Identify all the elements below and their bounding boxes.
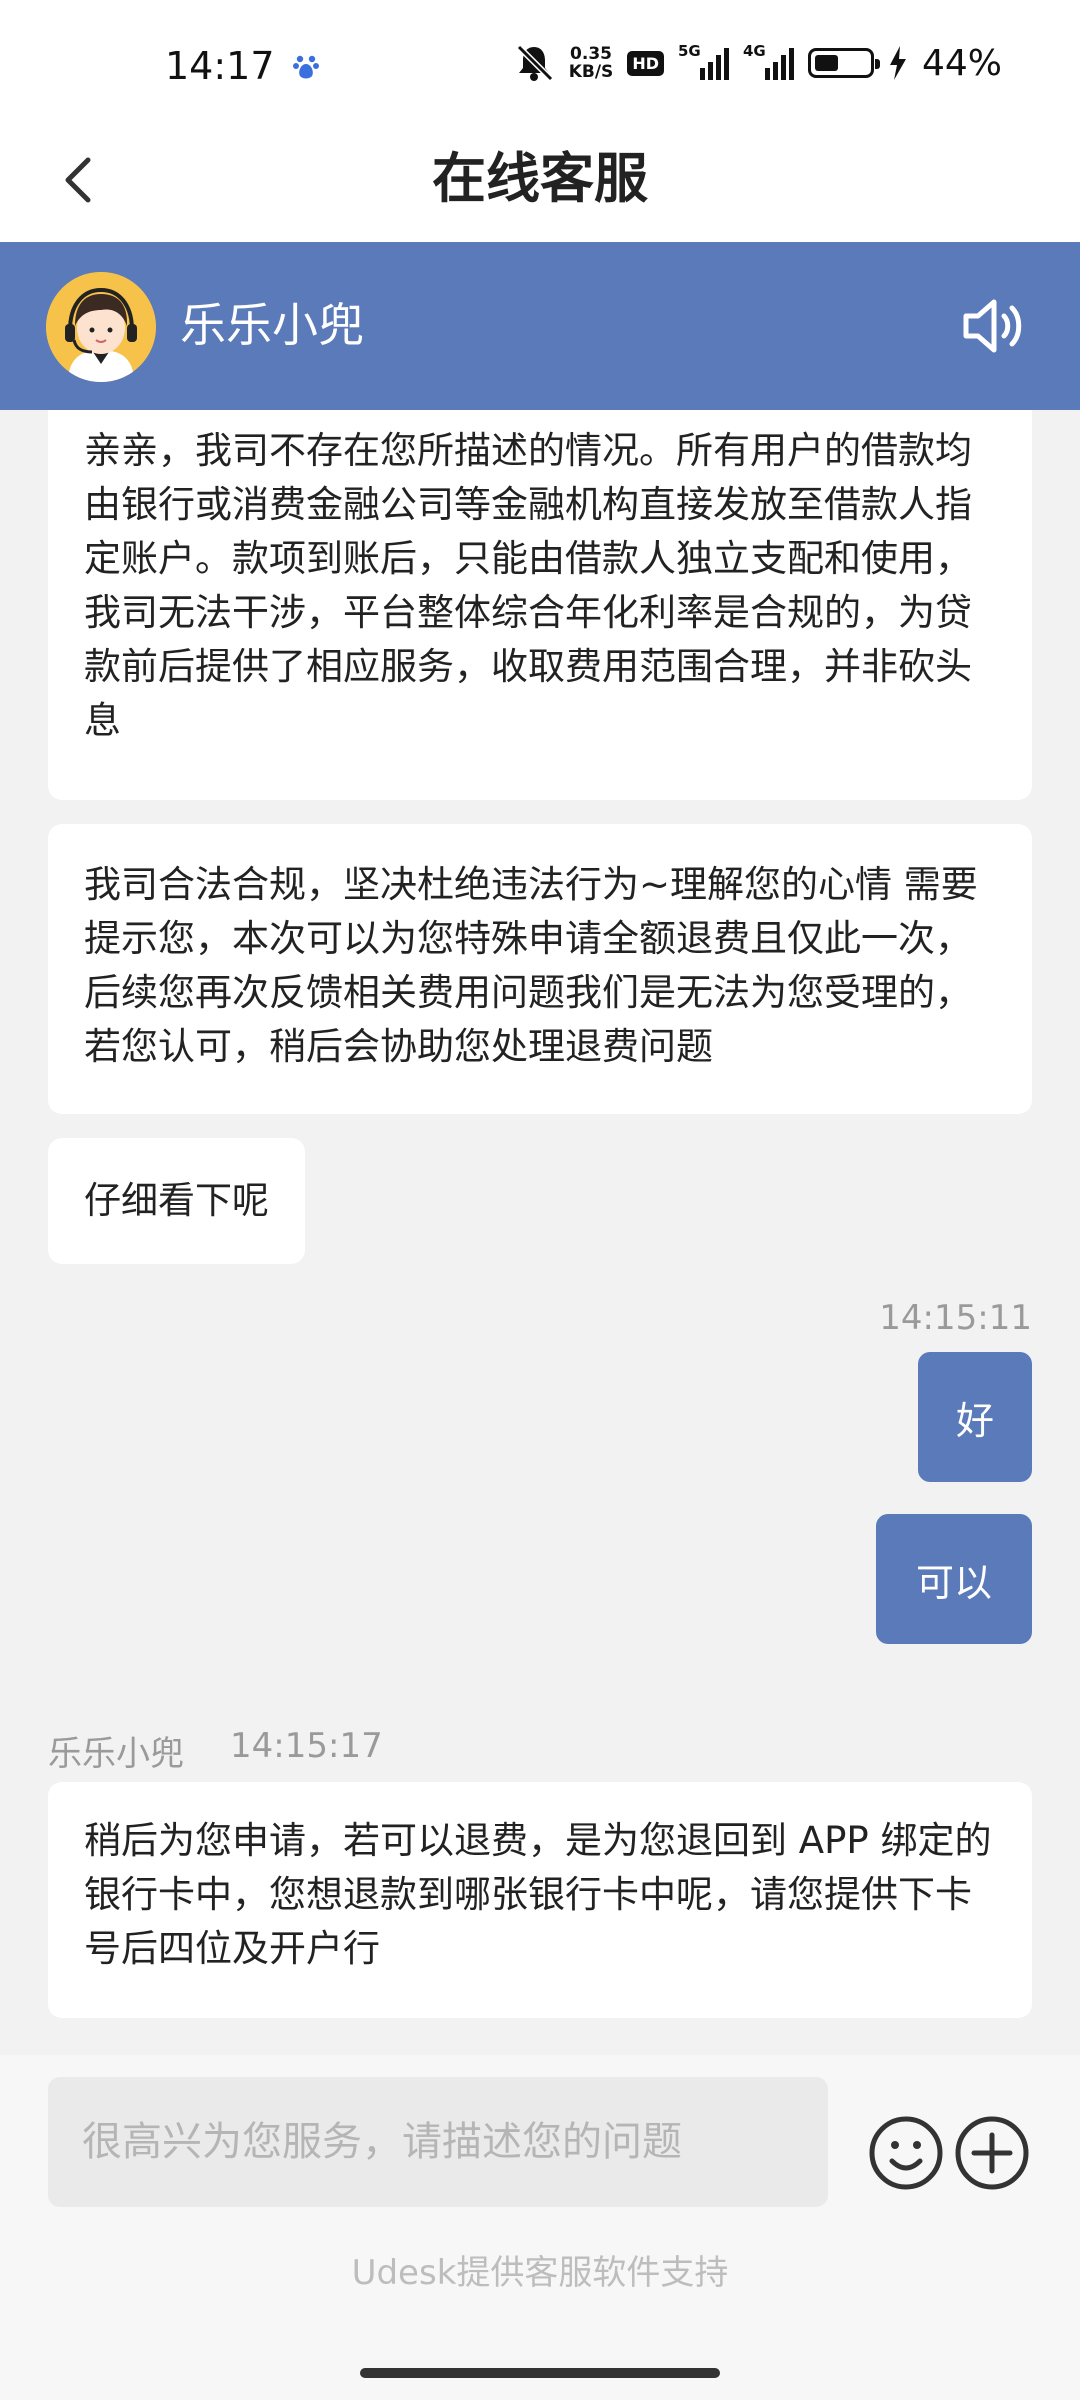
agent-label: 乐乐小兜 — [48, 1734, 184, 1774]
message-text: 亲亲，我司不存在您所描述的情况。所有用户的借款均由银行或消费金融公司等金融机构直… — [84, 429, 972, 742]
message-timestamp: 14:15:17 — [230, 1726, 383, 1766]
message-text: 稍后为您申请，若可以退费，是为您退回到 APP 绑定的银行卡中，您想退款到哪张银… — [84, 1819, 992, 1970]
hd-badge: HD — [627, 50, 664, 76]
battery-icon — [807, 48, 880, 78]
message-text: 仔细看下呢 — [84, 1179, 269, 1222]
agent-message: 稍后为您申请，若可以退费，是为您退回到 APP 绑定的银行卡中，您想退款到哪张银… — [48, 1782, 1032, 2018]
home-indicator[interactable] — [360, 2368, 720, 2378]
message-text: 可以 — [915, 1560, 992, 1605]
bell-off-icon — [516, 44, 553, 82]
user-message: 好 — [918, 1352, 1032, 1482]
battery-percent: 44% — [921, 42, 1002, 84]
message-text: 我司合法合规，坚决杜绝违法行为~理解您的心情 需要提示您，本次可以为您特殊申请全… — [84, 863, 978, 1068]
message-text: 好 — [955, 1398, 994, 1443]
powered-by-text: Udesk提供客服软件支持 — [351, 2253, 729, 2293]
input-area: Udesk提供客服软件支持 — [0, 2055, 1080, 2400]
signal-5g-icon: 5G — [678, 42, 729, 80]
message-input[interactable] — [48, 2077, 828, 2207]
speaker-icon[interactable] — [960, 294, 1030, 358]
status-time: 14:17 — [165, 44, 275, 88]
page-title: 在线客服 — [432, 147, 648, 210]
nav-bar: 在线客服 — [0, 120, 1080, 242]
chat-messages[interactable]: 亲亲，我司不存在您所描述的情况。所有用户的借款均由银行或消费金融公司等金融机构直… — [0, 410, 1080, 2055]
status-icons: 0.35 KB/S HD 5G 4G 44% — [513, 40, 1002, 86]
message-timestamp: 14:15:11 — [879, 1298, 1032, 1338]
agent-message: 我司合法合规，坚决杜绝违法行为~理解您的心情 需要提示您，本次可以为您特殊申请全… — [48, 824, 1032, 1114]
user-message: 可以 — [876, 1514, 1032, 1644]
status-bar: 14:17 0.35 KB/S HD 5G 4G 44% — [0, 0, 1080, 120]
plus-circle-icon[interactable] — [954, 2115, 1030, 2191]
net-speed: 0.35 KB/S — [568, 44, 614, 82]
charging-bolt-icon — [889, 46, 906, 80]
agent-header: 乐乐小兜 — [0, 242, 1080, 410]
agent-avatar — [46, 272, 156, 382]
baidu-app-icon — [293, 55, 319, 79]
signal-4g-icon: 4G — [743, 42, 794, 80]
agent-name: 乐乐小兜 — [180, 298, 364, 352]
agent-message: 仔细看下呢 — [48, 1138, 305, 1264]
smiley-icon[interactable] — [868, 2115, 944, 2191]
agent-message: 亲亲，我司不存在您所描述的情况。所有用户的借款均由银行或消费金融公司等金融机构直… — [48, 410, 1032, 800]
